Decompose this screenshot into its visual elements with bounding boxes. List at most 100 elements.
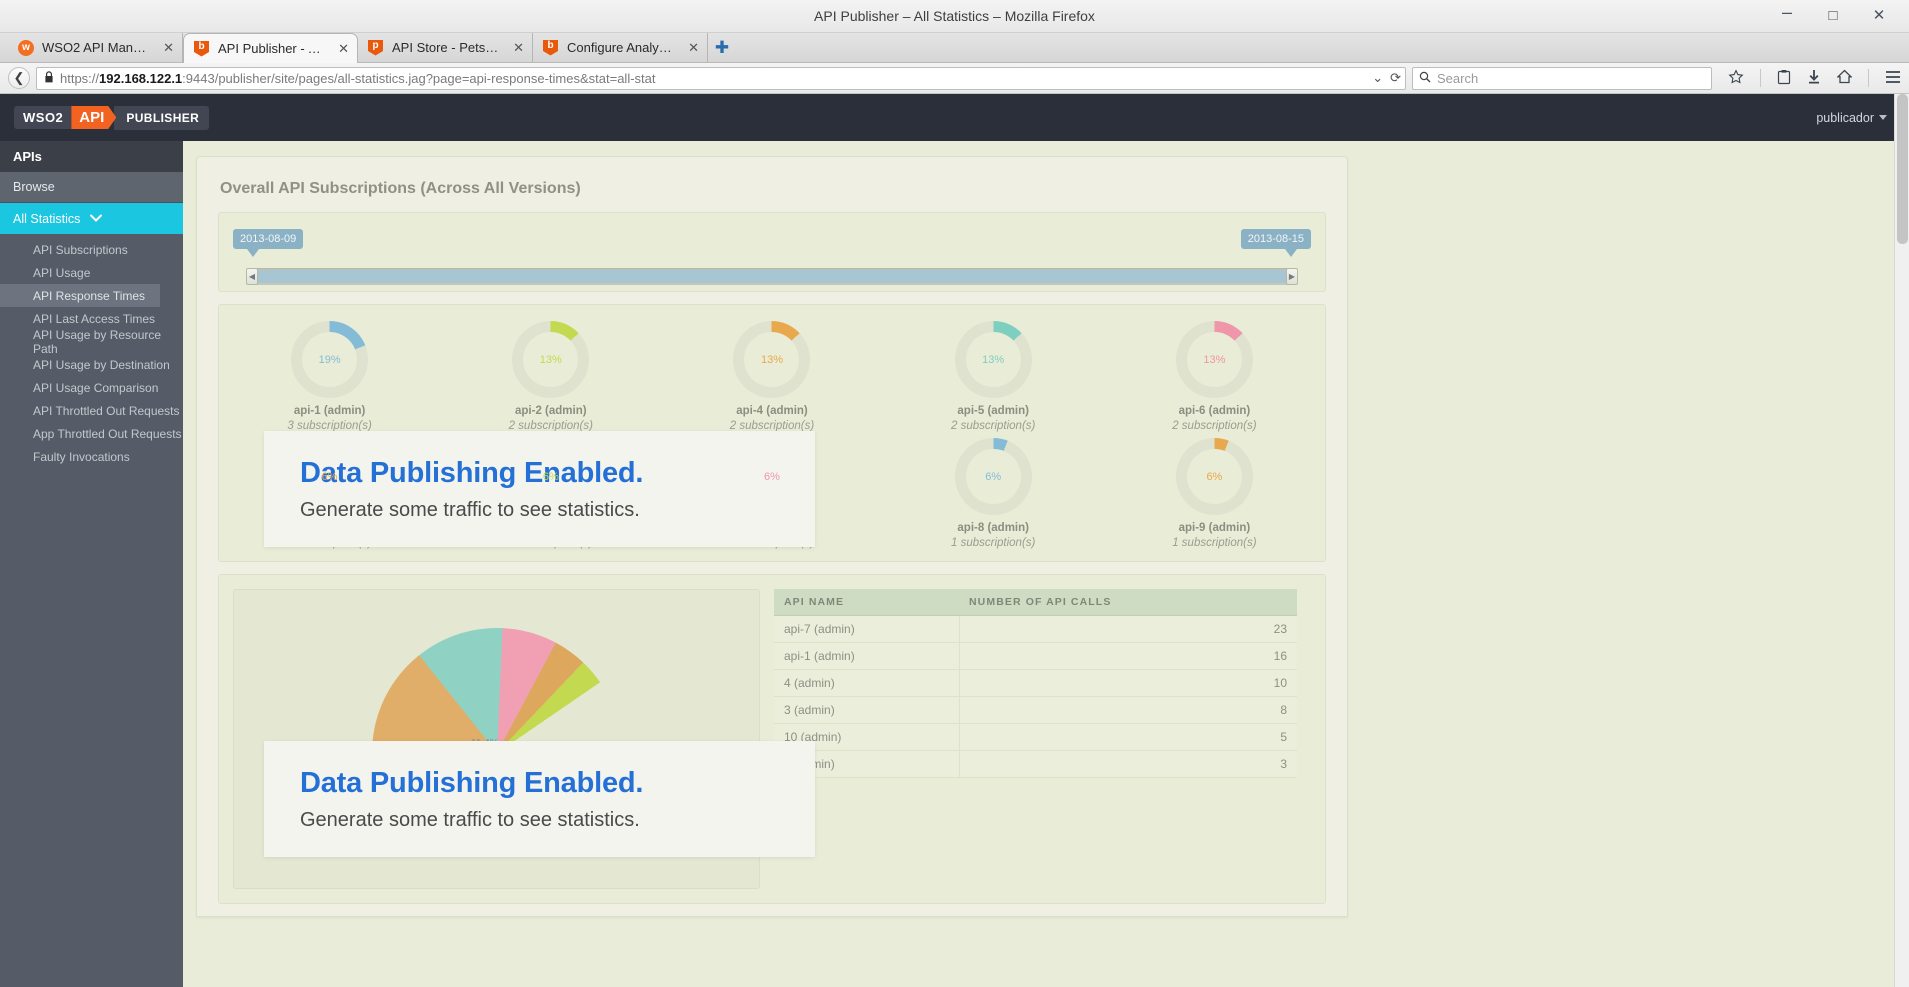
date-range-end-label: 2013-08-15 — [1240, 229, 1311, 257]
sidebar-item-api-usage-by-destination[interactable]: API Usage by Destination — [0, 353, 183, 376]
cell-api-calls: 23 — [959, 615, 1297, 643]
cell-api-calls: 8 — [959, 696, 1297, 724]
slider-track[interactable]: ◀ ▶ — [246, 268, 1298, 285]
tab-close-icon[interactable]: ✕ — [332, 41, 349, 57]
window-controls: – □ ✕ — [1779, 3, 1909, 24]
slider-handle-right[interactable]: ▶ — [1286, 268, 1298, 285]
donut-subscriptions: 1 subscription(s) — [951, 537, 1036, 549]
sidebar-item-faulty-invocations[interactable]: Faulty Invocations — [0, 445, 183, 468]
url-scheme: https:// — [60, 70, 100, 86]
column-header-number-of-api-calls: NUMBER OF API CALLS — [959, 589, 1297, 616]
menu-hamburger-icon[interactable] — [1885, 70, 1901, 87]
donut-item: 13% api-4 (admin) 2 subscription(s) — [661, 321, 882, 432]
search-box[interactable]: Search — [1412, 66, 1712, 90]
notice-title: Data Publishing Enabled. — [300, 767, 644, 799]
new-tab-button[interactable]: ✚ — [708, 33, 736, 62]
slider-handle-left[interactable]: ◀ — [246, 268, 258, 285]
donut-percent: 6% — [1206, 470, 1223, 483]
column-header-api-name: API NAME — [774, 589, 959, 616]
donut-item: 13% api-6 (admin) 2 subscription(s) — [1104, 321, 1325, 432]
window-titlebar: API Publisher – All Statistics – Mozilla… — [0, 0, 1909, 33]
table-row: api-1 (admin) 16 — [774, 642, 1297, 670]
cell-api-name: api-1 (admin) — [774, 642, 960, 670]
donut-percent: 6% — [985, 470, 1002, 483]
date-range-start-label: 2013-08-09 — [233, 229, 304, 257]
sidebar-item-api-usage-by-resource-path[interactable]: API Usage by Resource Path — [0, 328, 183, 356]
cell-api-name: api-7 (admin) — [774, 615, 960, 643]
sidebar-item-api-subscriptions[interactable]: API Subscriptions — [0, 238, 183, 261]
wso2-api-publisher-logo[interactable]: WSO2 API PUBLISHER — [14, 105, 210, 130]
sidebar-submenu: API Subscriptions API Usage API Response… — [0, 234, 183, 468]
sidebar-item-api-throttled-out-requests[interactable]: API Throttled Out Requests — [0, 399, 183, 422]
donut-percent: 13% — [760, 353, 783, 366]
sidebar-item-api-usage[interactable]: API Usage — [0, 261, 183, 284]
donut-percent: 6% — [764, 470, 780, 483]
reload-icon[interactable]: ⟳ — [1390, 70, 1401, 86]
window-title: API Publisher – All Statistics – Mozilla… — [814, 8, 1095, 24]
browser-toolbar: ❮ https://192.168.122.1:9443/publisher/s… — [0, 63, 1909, 94]
chevron-down-icon[interactable]: ⌄ — [1372, 70, 1383, 86]
toolbar-buttons — [1718, 68, 1901, 88]
tab-close-icon[interactable]: ✕ — [682, 40, 699, 56]
sidebar-item-app-throttled-out-requests[interactable]: App Throttled Out Requests — [0, 422, 183, 445]
donut-api-name: api-4 (admin) — [736, 405, 808, 417]
maximize-button[interactable]: □ — [1825, 8, 1841, 24]
donut-percent: 13% — [982, 353, 1005, 366]
cell-api-name: 3 (admin) — [774, 696, 960, 724]
donut-percent: 19% — [318, 353, 341, 366]
store-icon: p — [368, 39, 384, 56]
donut-percent: 13% — [1203, 353, 1226, 366]
reader-clipboard-icon[interactable] — [1777, 69, 1791, 88]
browser-tab-1[interactable]: b API Publisher - All St... ✕ — [183, 33, 358, 63]
logo-api-badge: API — [71, 106, 117, 129]
user-name: publicador — [1816, 110, 1874, 125]
toolbar-divider — [1760, 69, 1761, 87]
minimize-button[interactable]: – — [1779, 3, 1795, 24]
donut-item: 6% api-9 (admin) 1 subscription(s) — [1104, 438, 1325, 549]
sidebar-item-all-statistics[interactable]: All Statistics — [0, 203, 183, 234]
page-viewport: WSO2 API PUBLISHER publicador APIs Brows… — [0, 94, 1909, 987]
donut-api-name: api-5 (admin) — [957, 405, 1029, 417]
donut-api-name: api-2 (admin) — [515, 405, 587, 417]
browser-tab-0[interactable]: w WSO2 API Manager ✕ — [8, 33, 183, 62]
browser-tab-3[interactable]: b Configure Analytics ✕ — [533, 33, 708, 62]
url-bar[interactable]: https://192.168.122.1:9443/publisher/sit… — [36, 66, 1406, 90]
donut-api-name: api-9 (admin) — [1178, 522, 1251, 534]
app-body: APIs Browse All Statistics API Subscript… — [0, 141, 1909, 987]
url-actions: ⌄ ⟳ — [1372, 70, 1401, 86]
main-content: Overall API Subscriptions (Across All Ve… — [183, 141, 1909, 987]
tab-label: API Publisher - All St... — [218, 41, 324, 56]
chevron-down-icon — [90, 213, 103, 225]
cell-api-calls: 16 — [959, 642, 1297, 670]
browser-tab-2[interactable]: p API Store - Petstore ✕ — [358, 33, 533, 62]
sidebar-item-api-response-times[interactable]: API Response Times — [0, 284, 160, 307]
tab-close-icon[interactable]: ✕ — [507, 40, 524, 56]
tab-label: WSO2 API Manager — [42, 40, 150, 55]
close-button[interactable]: ✕ — [1871, 8, 1887, 24]
donut-gauge: 13% — [733, 321, 811, 398]
sidebar-heading-apis: APIs — [0, 141, 183, 172]
bookmark-star-icon[interactable] — [1728, 68, 1744, 88]
logo-prefix: WSO2 — [14, 106, 72, 129]
search-input[interactable]: Search — [1437, 71, 1478, 86]
donut-item: 13% api-5 (admin) 2 subscription(s) — [883, 321, 1104, 432]
scrollbar-thumb[interactable] — [1897, 94, 1908, 244]
donut-subscriptions: 2 subscription(s) — [1172, 420, 1257, 432]
date-range-slider[interactable]: 2013-08-09 2013-08-15 ◀ ▶ — [218, 212, 1326, 292]
tab-label: Configure Analytics — [567, 40, 675, 55]
notice-subtitle: Generate some traffic to see statistics. — [300, 809, 640, 831]
table-row: 10 (admin) 5 — [774, 723, 1297, 751]
user-menu[interactable]: publicador — [1816, 111, 1887, 125]
back-button[interactable]: ❮ — [8, 67, 30, 89]
donut-gauge: 6% — [954, 438, 1032, 515]
tab-close-icon[interactable]: ✕ — [157, 40, 174, 56]
page-scrollbar[interactable] — [1894, 94, 1909, 987]
downloads-icon[interactable] — [1807, 69, 1821, 88]
publisher-icon: b — [543, 39, 559, 56]
sidebar-item-api-usage-comparison[interactable]: API Usage Comparison — [0, 376, 183, 399]
donut-gauge: 19% — [291, 321, 369, 398]
home-icon[interactable] — [1836, 69, 1853, 87]
sidebar-item-browse[interactable]: Browse — [0, 172, 183, 203]
donut-item: 13% api-2 (admin) 2 subscription(s) — [440, 321, 661, 432]
cell-api-name: 4 (admin) — [774, 669, 960, 697]
